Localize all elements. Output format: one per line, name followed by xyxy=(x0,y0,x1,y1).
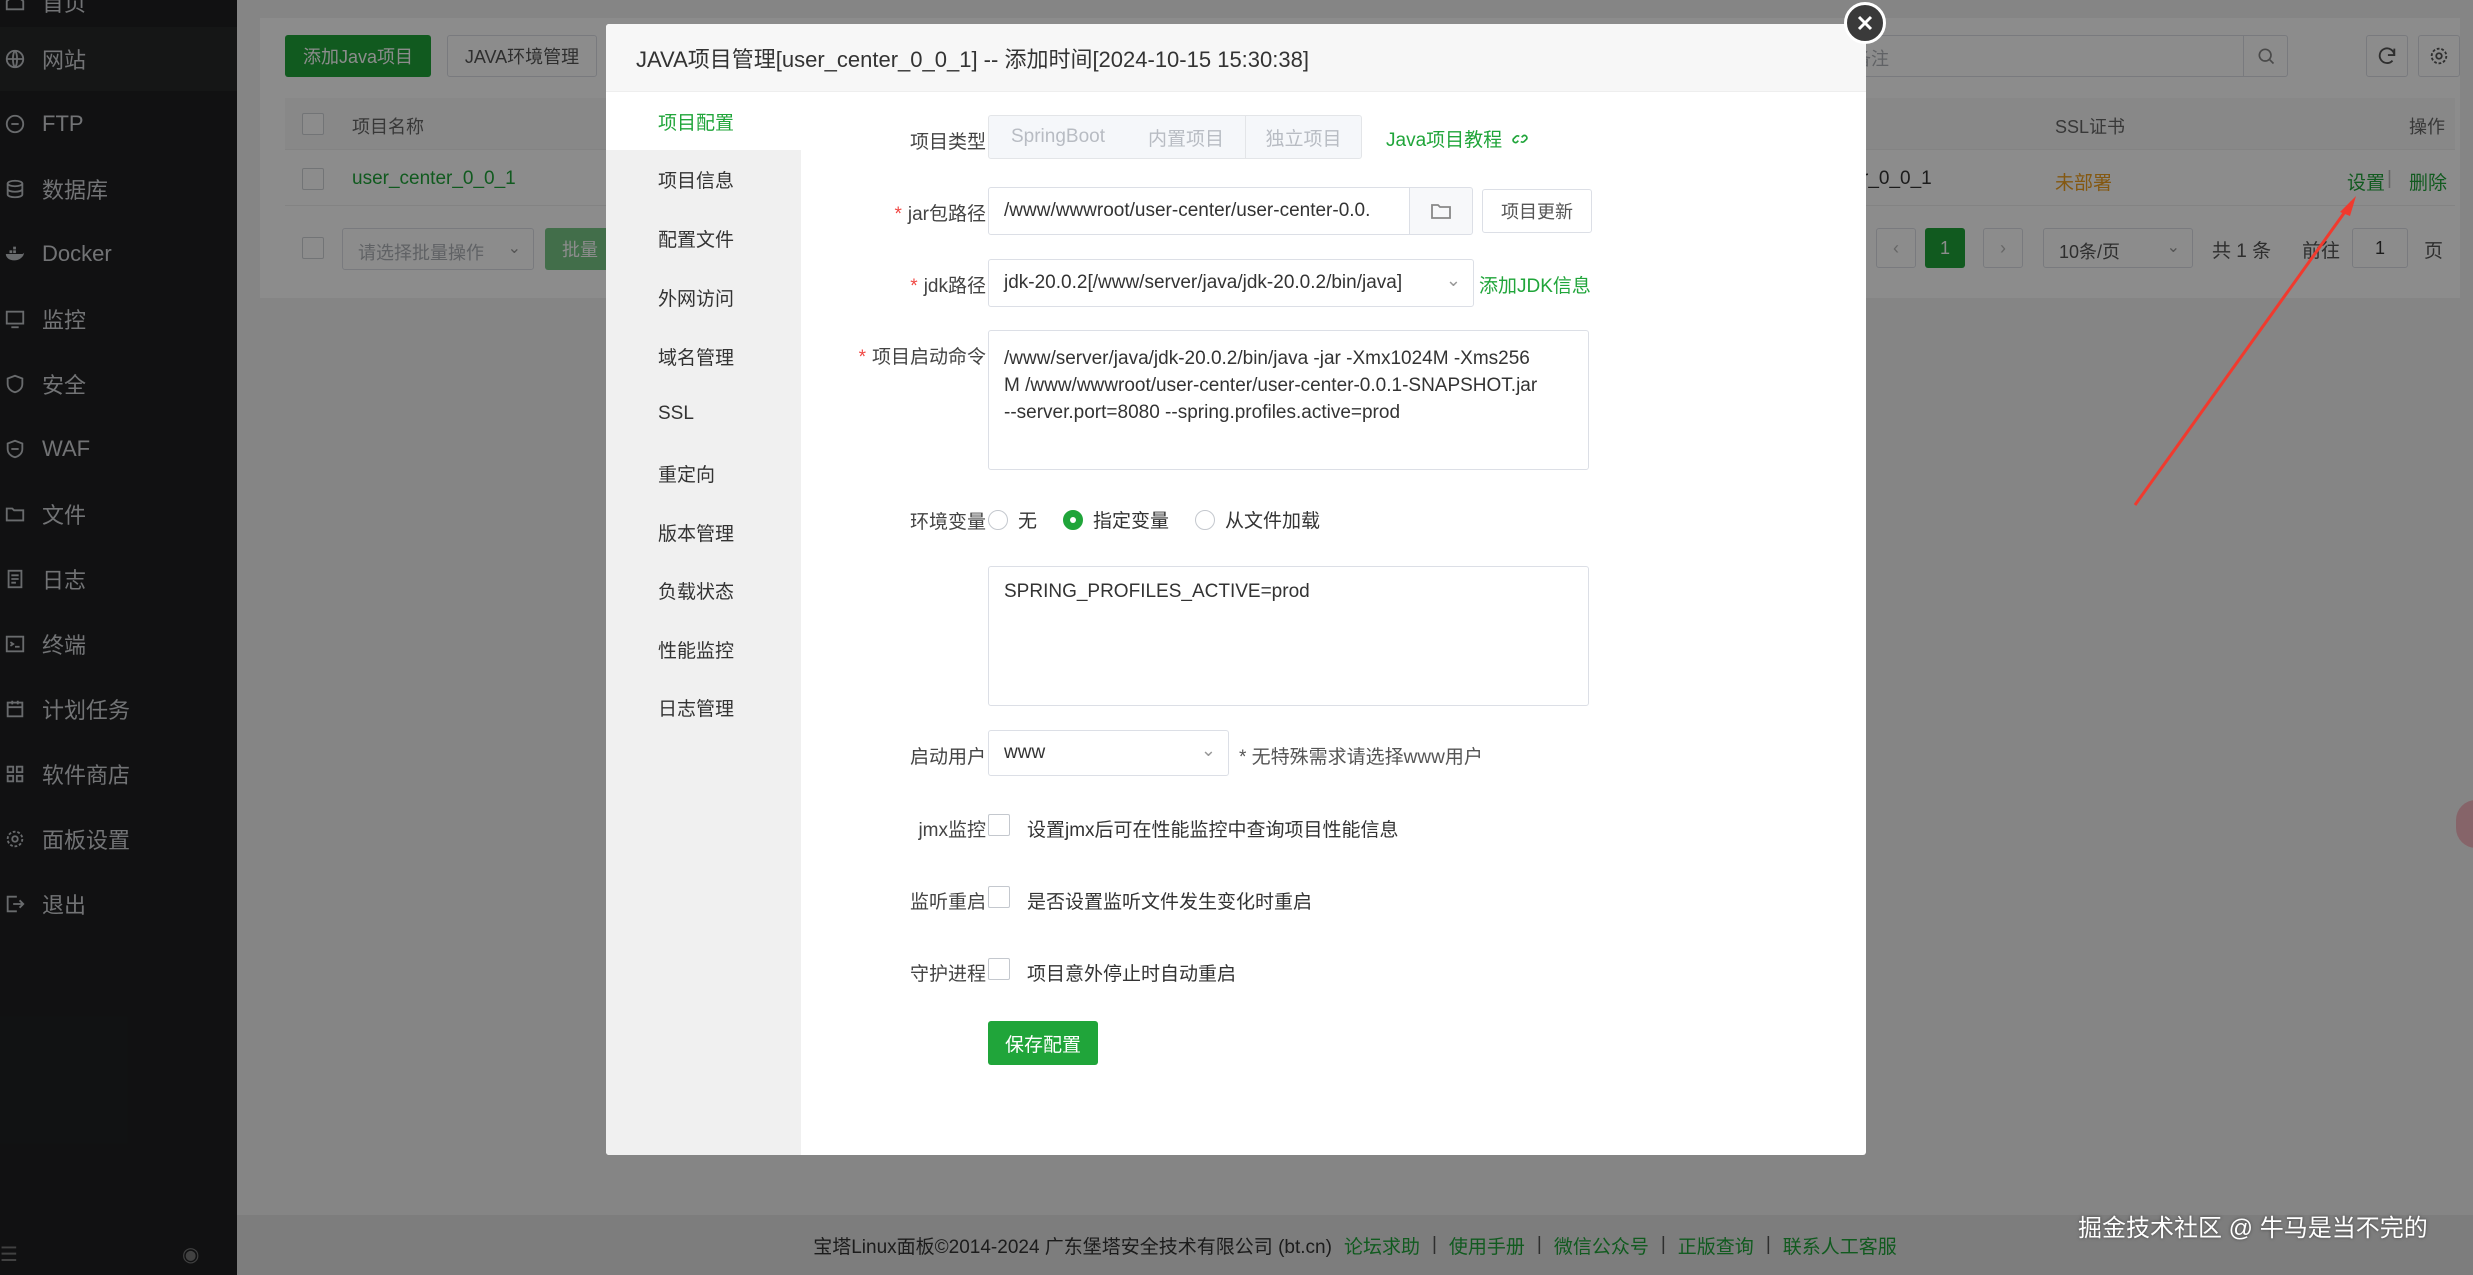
menu-item-performance[interactable]: 性能监控 xyxy=(606,620,801,678)
annotation-arrow xyxy=(2133,196,2356,506)
watch-restart-checkbox[interactable] xyxy=(988,886,1010,908)
save-config-button[interactable]: 保存配置 xyxy=(988,1021,1098,1065)
env-none-radio[interactable] xyxy=(988,509,1008,530)
start-command-label: * 项目启动命令 xyxy=(858,347,986,368)
jmx-checkbox[interactable] xyxy=(988,814,1010,836)
menu-item-project-info[interactable]: 项目信息 xyxy=(606,150,801,208)
watch-restart-text: 是否设置监听文件发生变化时重启 xyxy=(1027,892,1313,913)
start-user-label: 启动用户 xyxy=(909,747,986,768)
java-tutorial-text: Java项目教程 xyxy=(1386,130,1503,151)
start-user-value: www xyxy=(1004,742,1046,763)
modal-close-button[interactable] xyxy=(1844,2,1886,44)
modal-menu: 项目配置 项目信息 配置文件 外网访问 域名管理 SSL 重定向 版本管理 负载… xyxy=(606,92,801,1155)
start-command-textarea[interactable]: /www/server/java/jdk-20.0.2/bin/java -ja… xyxy=(988,330,1589,470)
env-file-text: 从文件加载 xyxy=(1225,511,1321,532)
daemon-checkbox[interactable] xyxy=(988,958,1010,980)
menu-item-load-status[interactable]: 负载状态 xyxy=(606,561,801,619)
modal-title: JAVA项目管理[user_center_0_0_1] -- 添加时间[2024… xyxy=(606,24,1866,92)
jdk-path-select[interactable]: jdk-20.0.2[/www/server/java/jdk-20.0.2/b… xyxy=(988,259,1474,307)
menu-item-config-file[interactable]: 配置文件 xyxy=(606,209,801,267)
env-none-text: 无 xyxy=(1018,511,1038,532)
external-link-icon xyxy=(1512,134,1528,143)
menu-item-redirect[interactable]: 重定向 xyxy=(606,444,801,502)
add-jdk-link[interactable]: 添加JDK信息 xyxy=(1479,271,1591,298)
jdk-path-label-text: jdk路径 xyxy=(923,276,986,297)
start-command-label-text: 项目启动命令 xyxy=(871,347,986,368)
jmx-text: 设置jmx后可在性能监控中查询项目性能信息 xyxy=(1027,820,1399,841)
folder-icon xyxy=(1431,204,1451,219)
jar-path-label: * jar包路径 xyxy=(894,204,986,225)
env-var-label: 环境变量 xyxy=(909,512,986,533)
type-standalone[interactable]: 独立项目 xyxy=(1245,115,1362,159)
env-var-radio-group: 无 指定变量 从文件加载 xyxy=(988,506,1320,533)
start-command-line: M /www/wwwroot/user-center/user-center-0… xyxy=(1004,375,1538,396)
jdk-path-value: jdk-20.0.2[/www/server/java/jdk-20.0.2/b… xyxy=(1004,272,1403,293)
start-command-line: /www/server/java/jdk-20.0.2/bin/java -ja… xyxy=(1004,348,1530,369)
menu-item-external-access[interactable]: 外网访问 xyxy=(606,268,801,326)
env-specify-text: 指定变量 xyxy=(1093,511,1170,532)
watermark-text: 掘金技术社区 @ 牛马是当不完的 xyxy=(2078,1215,2428,1242)
type-springboot[interactable]: SpringBoot xyxy=(988,115,1128,159)
java-tutorial-link[interactable]: Java项目教程 xyxy=(1386,125,1530,152)
jdk-path-label: * jdk路径 xyxy=(910,276,986,297)
menu-item-project-config[interactable]: 项目配置 xyxy=(606,92,801,150)
project-update-button[interactable]: 项目更新 xyxy=(1482,189,1592,233)
menu-item-version[interactable]: 版本管理 xyxy=(606,503,801,561)
menu-item-domain[interactable]: 域名管理 xyxy=(606,327,801,385)
jar-path-input[interactable]: /www/wwwroot/user-center/user-center-0.0… xyxy=(988,187,1410,235)
close-icon xyxy=(1857,15,1873,31)
start-command-line: --server.port=8080 --spring.profiles.act… xyxy=(1004,402,1401,423)
daemon-text: 项目意外停止时自动重启 xyxy=(1027,964,1237,985)
env-file-radio[interactable] xyxy=(1195,509,1216,530)
project-type-label: 项目类型 xyxy=(909,132,986,153)
type-builtin[interactable]: 内置项目 xyxy=(1127,115,1246,159)
watch-restart-label: 监听重启 xyxy=(909,892,986,913)
menu-item-ssl[interactable]: SSL xyxy=(606,385,801,443)
start-user-select[interactable]: www ⌄ xyxy=(988,730,1229,776)
jar-path-label-text: jar包路径 xyxy=(907,204,986,225)
chevron-down-icon: ⌄ xyxy=(1200,740,1216,760)
chevron-down-icon: ⌄ xyxy=(1445,270,1461,290)
menu-item-log-manage[interactable]: 日志管理 xyxy=(606,678,801,736)
daemon-label: 守护进程 xyxy=(909,964,986,985)
env-specify-radio[interactable] xyxy=(1063,509,1084,530)
start-user-hint: * 无特殊需求请选择www用户 xyxy=(1239,747,1483,768)
folder-picker-button[interactable] xyxy=(1409,187,1473,235)
env-var-textarea[interactable]: SPRING_PROFILES_ACTIVE=prod xyxy=(988,566,1589,706)
jmx-label: jmx监控 xyxy=(918,820,986,841)
java-project-modal: JAVA项目管理[user_center_0_0_1] -- 添加时间[2024… xyxy=(606,24,1866,1155)
